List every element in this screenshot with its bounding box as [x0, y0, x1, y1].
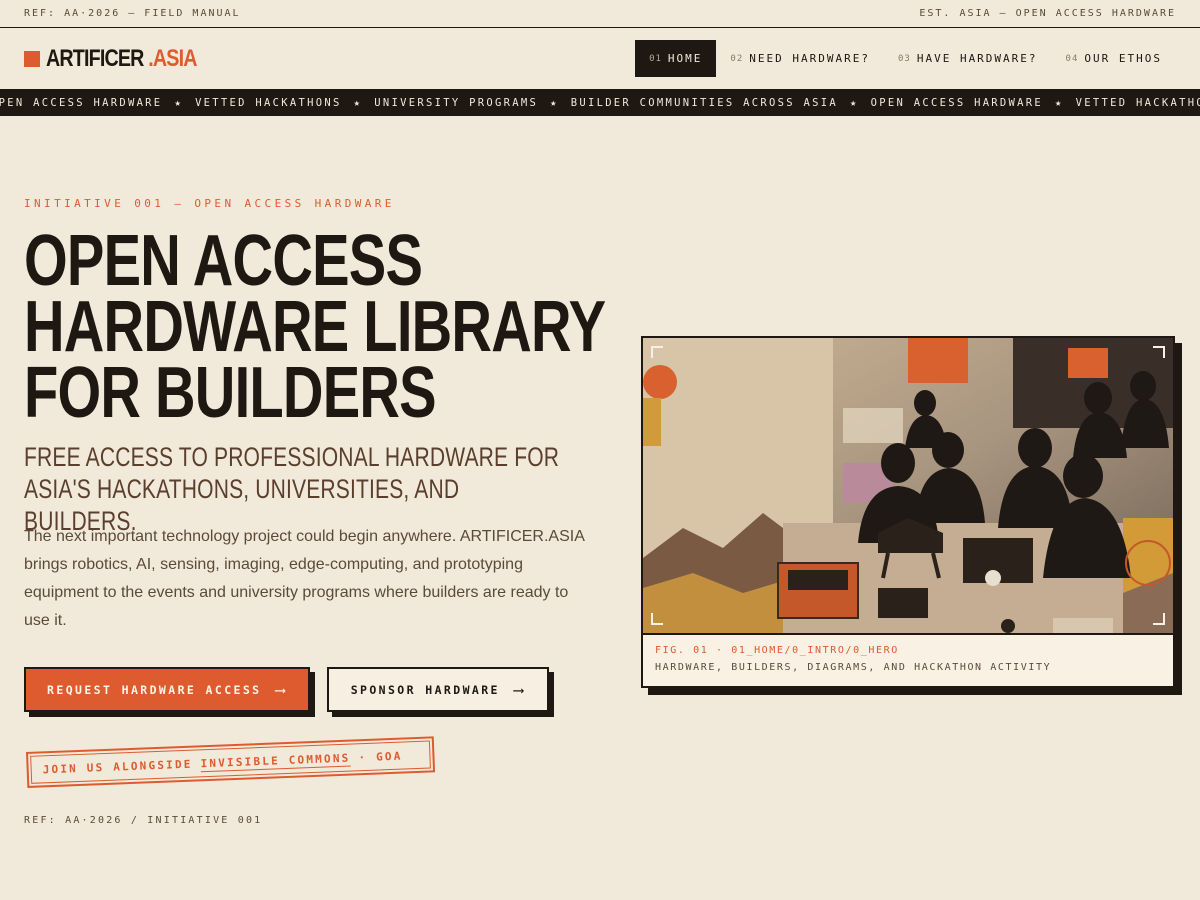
top-strip-ref: REF: AA·2026 — FIELD MANUAL — [24, 8, 241, 19]
ticker-item: VETTED HACKATHONS — [1075, 96, 1200, 109]
site-header: ARTIFICER .ASIA 01 HOME 02 NEED HARDWARE… — [0, 28, 1200, 89]
star-icon: ★ — [353, 96, 363, 109]
star-icon: ★ — [174, 96, 184, 109]
marquee-ticker: OPEN ACCESS HARDWARE ★ VETTED HACKATHONS ★… — [0, 89, 1200, 116]
top-strip-tagline: EST. ASIA — OPEN ACCESS HARDWARE — [919, 8, 1176, 19]
nav-item-number: 04 — [1065, 53, 1079, 64]
nav-item-have-hardware[interactable]: 03 HAVE HARDWARE? — [884, 40, 1052, 77]
nav-item-our-ethos[interactable]: 04 OUR ETHOS — [1052, 40, 1176, 77]
logo-square-icon — [24, 50, 40, 67]
frame-corner-icon — [651, 346, 663, 358]
headline-line: OPEN ACCESS — [24, 221, 423, 301]
hero-headline: OPEN ACCESS HARDWARE LIBRARY FOR BUILDER… — [24, 221, 606, 433]
ticker-item: BUILDER COMMUNITIES ACROSS ASIA ★ — [570, 96, 859, 109]
nav-item-need-hardware[interactable]: 02 NEED HARDWARE? — [716, 40, 884, 77]
arrow-right-icon: ⟶ — [275, 680, 287, 699]
nav-item-number: 01 — [649, 53, 662, 64]
logo-suffix: .ASIA — [148, 44, 197, 72]
hero-eyebrow: INITIATIVE 001 — OPEN ACCESS HARDWARE — [24, 197, 395, 210]
figure-caption: FIG. 01 · 01_HOME/0_INTRO/0_HERO HARDWAR… — [655, 645, 1051, 673]
sponsor-hardware-button[interactable]: SPONSOR HARDWARE ⟶ — [327, 667, 549, 712]
figure-caption-label: FIG. 01 · 01_HOME/0_INTRO/0_HERO — [655, 645, 899, 656]
hero-figure: FIG. 01 · 01_HOME/0_INTRO/0_HERO HARDWAR… — [641, 336, 1175, 688]
hero-body: The next important technology project co… — [24, 528, 584, 629]
partner-stamp: JOIN US ALONGSIDE INVISIBLE COMMONS · GO… — [26, 736, 436, 788]
nav-item-label: HAVE HARDWARE? — [916, 52, 1038, 65]
ticker-item: UNIVERSITY PROGRAMS ★ — [374, 96, 559, 109]
headline-line: FOR BUILDERS — [24, 353, 437, 433]
frame-corner-icon — [651, 613, 663, 625]
button-label: REQUEST HARDWARE ACCESS — [47, 682, 262, 697]
main-nav: 01 HOME 02 NEED HARDWARE? 03 HAVE HARDWA… — [635, 40, 1176, 77]
button-label: SPONSOR HARDWARE — [350, 682, 500, 697]
headline-line: HARDWARE LIBRARY — [24, 287, 606, 367]
nav-item-number: 03 — [897, 53, 911, 64]
request-hardware-button[interactable]: REQUEST HARDWARE ACCESS ⟶ — [24, 667, 310, 712]
ticker-track: OPEN ACCESS HARDWARE ★ VETTED HACKATHONS ★… — [0, 97, 1200, 109]
top-strip: REF: AA·2026 — FIELD MANUAL EST. ASIA — … — [0, 0, 1200, 28]
ticker-item: VETTED HACKATHONS ★ — [195, 96, 363, 109]
star-icon: ★ — [849, 96, 859, 109]
stamp-suffix: · GOA — [358, 749, 403, 764]
ticker-item: OPEN ACCESS HARDWARE ★ — [870, 96, 1064, 109]
star-icon: ★ — [550, 96, 559, 109]
logo-text: ARTIFICER .ASIA — [46, 45, 197, 73]
figure-caption-text: HARDWARE, BUILDERS, DIAGRAMS, AND HACKAT… — [655, 662, 1052, 673]
nav-item-home[interactable]: 01 HOME — [635, 40, 717, 77]
ticker-item: OPEN ACCESS HARDWARE ★ — [0, 96, 184, 109]
frame-corner-icon — [1153, 346, 1165, 358]
nav-item-number: 02 — [730, 53, 744, 64]
nav-item-label: HOME — [667, 52, 703, 65]
hero-ref: REF: AA·2026 / INITIATIVE 001 — [24, 815, 263, 826]
invisible-commons-link[interactable]: INVISIBLE COMMONS — [200, 751, 350, 770]
star-icon: ★ — [1055, 96, 1064, 109]
nav-item-label: NEED HARDWARE? — [749, 52, 870, 65]
arrow-right-icon: ⟶ — [513, 680, 526, 699]
nav-item-label: OUR ETHOS — [1084, 52, 1162, 65]
frame-corner-icon — [1153, 613, 1165, 625]
hero-collage-image — [643, 338, 1173, 635]
stamp-prefix: JOIN US ALONGSIDE — [42, 757, 193, 776]
logo[interactable]: ARTIFICER .ASIA — [24, 45, 230, 73]
logo-name: ARTIFICER — [46, 44, 144, 72]
